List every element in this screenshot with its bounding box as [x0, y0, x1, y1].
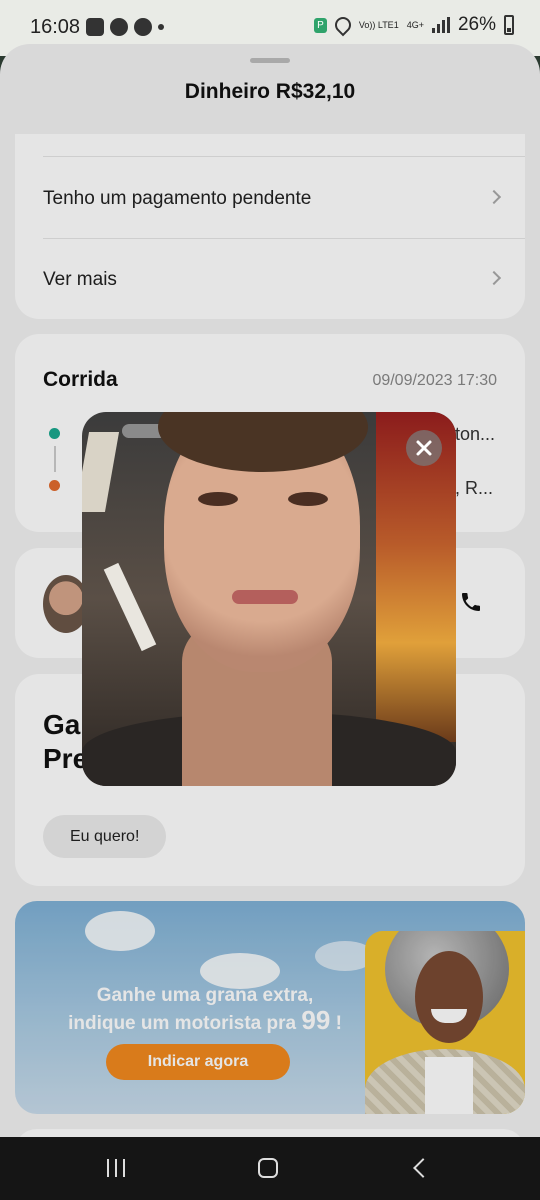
app-badge-icon: P — [314, 17, 327, 33]
recents-button[interactable] — [107, 1159, 125, 1177]
carrier-label: Vo)) LTE1 — [358, 19, 399, 30]
home-button[interactable] — [258, 1158, 278, 1178]
close-photo-button[interactable] — [406, 430, 442, 466]
network-type: 4G+ — [406, 19, 424, 30]
parking-app-icon — [86, 18, 104, 36]
driver-photo-modal — [82, 412, 456, 786]
more-notifications-icon — [158, 24, 164, 30]
close-icon — [416, 440, 432, 456]
signal-icon — [431, 17, 450, 33]
back-button[interactable] — [413, 1158, 433, 1178]
whatsapp-icon — [110, 18, 128, 36]
battery-icon — [504, 15, 514, 35]
status-time: 16:08 — [30, 16, 81, 38]
battery-percent: 26% — [457, 14, 496, 35]
notification-icons — [86, 18, 164, 36]
navigation-bar — [0, 1137, 540, 1200]
status-right: P Vo)) LTE1 4G+ 26% — [314, 13, 514, 37]
location-icon — [331, 13, 355, 37]
chrome-icon — [134, 18, 152, 36]
